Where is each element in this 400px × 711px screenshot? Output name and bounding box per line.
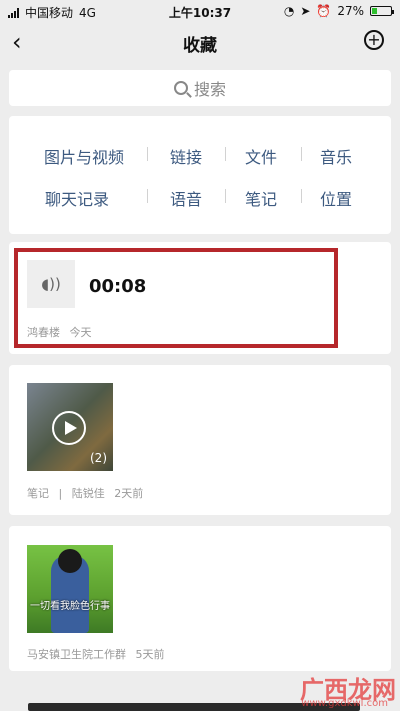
search-bar[interactable]: 搜索 — [9, 70, 391, 106]
favorite-item-image[interactable]: 一切看我脸色行事 马安镇卫生院工作群 5天前 — [9, 526, 391, 671]
item-source: 陆锐佳 — [71, 487, 105, 500]
location-icon: ➤ — [300, 4, 311, 18]
add-circle-icon[interactable]: + — [364, 30, 384, 50]
page-title: 收藏 — [183, 36, 217, 56]
battery-percent: 27% — [337, 4, 364, 18]
category-location[interactable]: 位置 — [286, 186, 386, 210]
image-subtitle: 一切看我脸色行事 — [30, 601, 110, 612]
alarm-icon: ⏰ — [316, 4, 332, 18]
battery-icon — [370, 6, 394, 16]
status-bar: 中国移动 4G 上午10:37 ◔ ➤ ⏰ 27% — [0, 0, 400, 22]
item-meta: 笔记 | 陆锐佳 2天前 — [27, 485, 143, 501]
item-meta: 马安镇卫生院工作群 5天前 — [27, 646, 165, 662]
video-thumbnail: (2) — [27, 383, 113, 471]
image-thumbnail: 一切看我脸色行事 — [27, 545, 113, 633]
highlight-box — [14, 248, 338, 348]
play-icon — [52, 411, 86, 445]
search-icon — [173, 81, 188, 95]
navigation-bar: ‹ 收藏 + — [0, 22, 400, 62]
category-images-videos[interactable]: 图片与视频 — [34, 144, 134, 168]
item-source: 马安镇卫生院工作群 — [27, 648, 126, 661]
status-right: ◔ ➤ ⏰ 27% — [283, 4, 394, 18]
search-placeholder: 搜索 — [193, 80, 226, 99]
media-count: (2) — [90, 451, 107, 465]
item-date: 5天前 — [135, 648, 165, 661]
category-chat-history[interactable]: 聊天记录 — [27, 186, 127, 210]
watermark-url: www.gxdkwl.com — [301, 698, 388, 709]
lock-icon: ◔ — [283, 4, 295, 18]
meta-separator: | — [58, 487, 63, 500]
item-date: 2天前 — [114, 487, 144, 500]
category-panel: 图片与视频 链接 文件 音乐 聊天记录 语音 笔记 位置 — [9, 116, 391, 234]
category-music[interactable]: 音乐 — [286, 144, 386, 168]
favorite-item-note[interactable]: (2) 笔记 | 陆锐佳 2天前 — [9, 365, 391, 515]
item-type: 笔记 — [27, 487, 49, 500]
player-head — [58, 549, 82, 573]
